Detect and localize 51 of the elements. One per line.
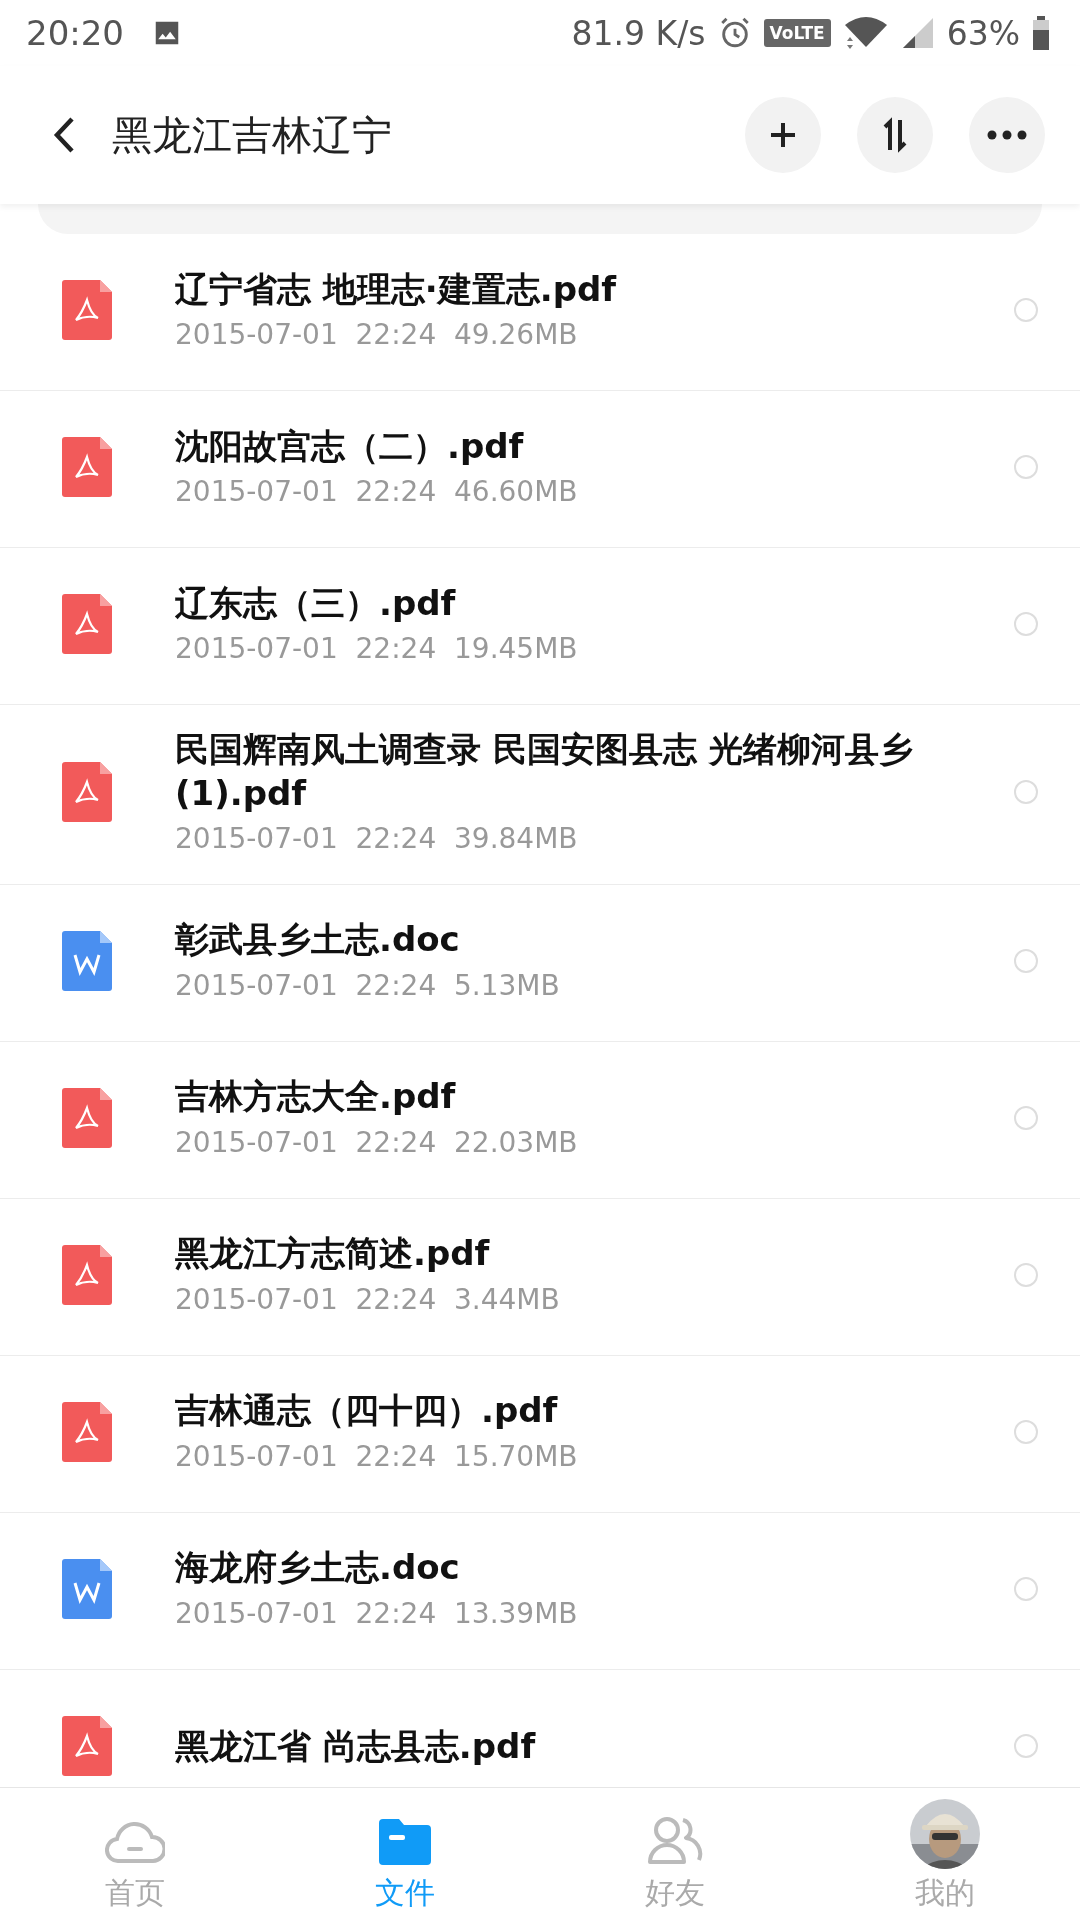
people-icon [647,1815,703,1865]
select-radio[interactable] [1014,1262,1038,1287]
battery-percent: 63% [946,13,1020,53]
file-info: 2015-07-01 22:24 46.60MB [175,473,579,510]
wifi-icon [842,15,889,51]
file-name[interactable]: 吉林方志大全.pdf [175,1074,974,1119]
more-icon [987,130,1027,140]
file-name[interactable]: 黑龙江方志简述.pdf [175,1231,974,1276]
select-radio[interactable] [1014,612,1038,636]
file-name[interactable]: 辽东志（三）.pdf [175,580,974,625]
pdf-file-icon [62,1401,112,1462]
file-name[interactable]: 辽宁省志 地理志·建置志.pdf [175,266,974,311]
file-name[interactable]: 海龙府乡土志.doc [175,1545,974,1590]
select-radio[interactable] [1014,780,1038,805]
pdf-file-icon [62,594,112,654]
file-name[interactable]: 沈阳故宫志（二）.pdf [175,423,974,468]
select-radio[interactable] [1014,455,1038,479]
pdf-file-icon [62,280,112,340]
select-radio[interactable] [1014,1576,1038,1601]
pdf-file-icon [62,1715,112,1776]
select-radio[interactable] [1014,948,1038,973]
file-info: 2015-07-01 22:24 39.84MB [175,821,579,858]
pdf-file-icon [62,1087,112,1148]
file-name[interactable]: 吉林通志（四十四）.pdf [175,1388,974,1433]
file-info: 2015-07-01 22:24 15.70MB [175,1438,579,1475]
select-radio[interactable] [1014,1733,1038,1758]
file-info: 2015-07-01 22:24 3.44MB [175,1281,561,1318]
file-info: 2015-07-01 22:24 13.39MB [175,1595,579,1632]
pdf-file-icon [62,437,112,497]
file-info: 2015-07-01 22:24 19.45MB [175,630,579,667]
pdf-file-icon [62,762,112,823]
pdf-file-icon [62,1244,112,1305]
select-radio[interactable] [1014,298,1038,322]
file-info: 2015-07-01 22:24 5.13MB [175,967,561,1004]
file-info: 2015-07-01 22:24 22.03MB [175,1124,579,1161]
plus-icon [768,120,798,150]
file-name[interactable]: 彰武县乡土志.doc [175,917,974,962]
word-file-icon [62,930,112,991]
status-time: 20:20 [26,13,124,53]
file-name[interactable]: 黑龙江省 尚志县志.pdf [175,1723,974,1768]
select-radio[interactable] [1014,1105,1038,1130]
volte-badge: VoLTE [763,19,831,47]
battery-icon [1032,16,1050,50]
back-icon [52,116,76,154]
folder-icon [379,1819,431,1865]
file-name[interactable]: 民国辉南风土调查录 民国安图县志 光绪柳河县乡(1).pdf [175,727,974,816]
page-title: 黑龙江吉林辽宁 [112,110,392,160]
word-file-icon [62,1558,112,1619]
file-info: 2015-07-01 22:24 49.26MB [175,316,579,353]
network-speed: 81.9 K/s [571,13,706,53]
select-radio[interactable] [1014,1419,1038,1444]
